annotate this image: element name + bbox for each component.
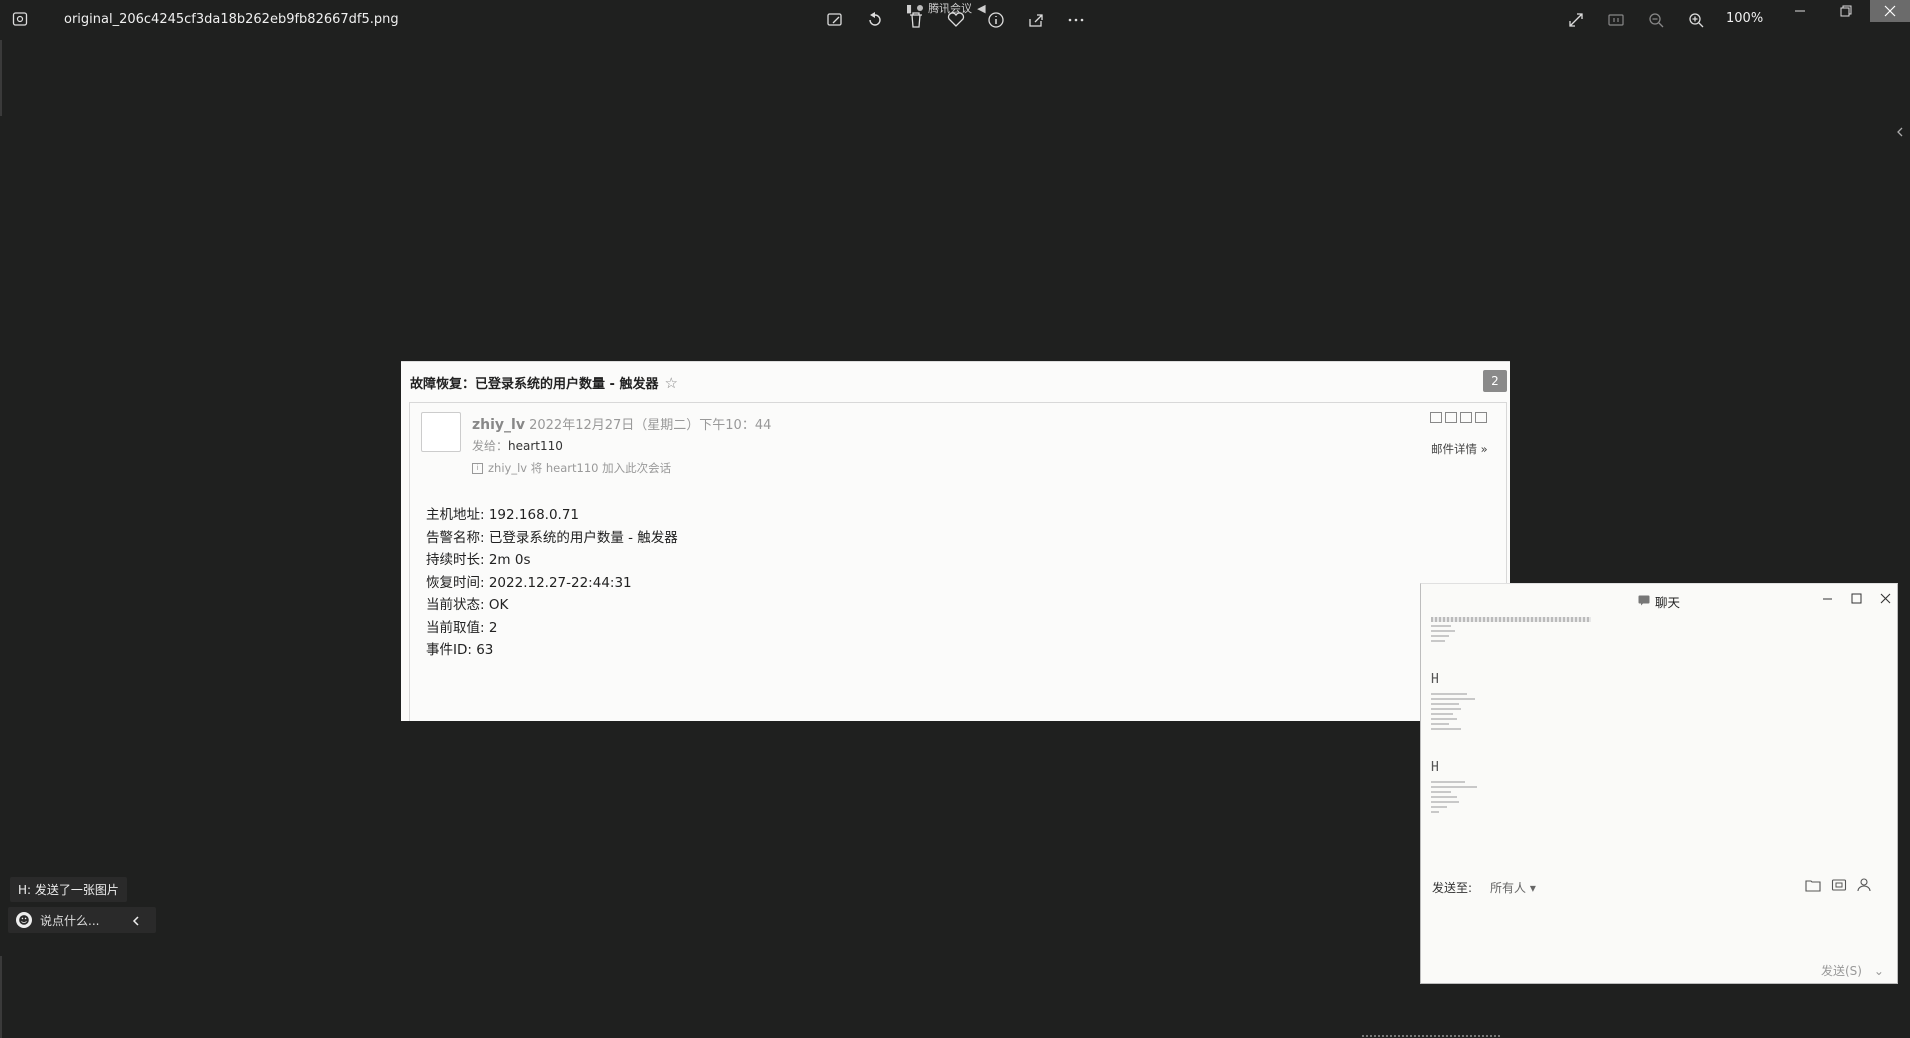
taskbar-edge xyxy=(1362,1035,1502,1037)
chat-close-icon[interactable] xyxy=(1878,591,1892,605)
chat-minimize-icon[interactable] xyxy=(1820,591,1834,605)
content-line: 当前状态: OK xyxy=(426,597,509,613)
info-icon[interactable] xyxy=(985,9,1007,31)
photos-app-icon xyxy=(12,11,28,27)
chat-maximize-icon[interactable] xyxy=(1849,591,1863,605)
star-icon[interactable]: ☆ xyxy=(664,374,677,392)
print-icon[interactable] xyxy=(1475,412,1487,423)
recipient-select[interactable]: 所有人 ▾ xyxy=(1490,879,1536,896)
content-line: 主机地址: 192.168.0.71 xyxy=(426,507,580,523)
fullscreen-icon[interactable] xyxy=(1565,9,1587,31)
chat-image-thumbnail[interactable] xyxy=(1431,690,1601,733)
more-icon[interactable] xyxy=(1065,9,1087,31)
screenshot-icon[interactable] xyxy=(1831,877,1847,891)
left-edge-strip-lower xyxy=(0,956,2,1038)
chevron-down-icon: » xyxy=(1480,442,1488,456)
chevron-down-icon: ▾ xyxy=(1529,881,1536,895)
alert-content: 主机地址: 192.168.0.71 告警名称: 已登录系统的用户数量 - 触发… xyxy=(426,504,678,662)
rotate-icon[interactable] xyxy=(864,9,886,31)
chat-icon xyxy=(1638,594,1650,609)
email-details-toggle[interactable]: 邮件详情 » xyxy=(1431,441,1488,457)
sender-name[interactable]: zhiy_lv xyxy=(472,417,525,433)
content-line: 持续时长: 2m 0s xyxy=(426,552,531,568)
avatar xyxy=(421,412,461,452)
chat-title-text: 聊天 xyxy=(1654,595,1680,610)
expand-panel-icon[interactable] xyxy=(1894,124,1906,138)
chevron-down-icon: ⌄ xyxy=(1873,964,1884,978)
email-body: zhiy_lv 2022年12月27日（星期二）下午10：44 发给：heart… xyxy=(409,402,1507,721)
left-edge-strip xyxy=(0,40,2,116)
window-icon[interactable] xyxy=(1445,412,1457,423)
folder-icon[interactable] xyxy=(1460,412,1472,423)
to-label: 发给： xyxy=(472,439,509,453)
email-screenshot: 故障恢复：已登录系统的用户数量 - 触发器 ☆ 2 zhiy_lv 2022年1… xyxy=(401,361,1510,721)
sender-line: zhiy_lv 2022年12月27日（星期二）下午10：44 xyxy=(472,414,771,433)
chat-window: 聊天 H H 发送至: 所有人 ▾ 发送(S) ⌄ xyxy=(1420,583,1898,984)
chat-sender-initial: H xyxy=(1431,760,1439,775)
share-icon[interactable] xyxy=(1025,9,1047,31)
delete-icon[interactable] xyxy=(905,9,927,31)
chat-sender-initial: H xyxy=(1431,672,1439,687)
edit-image-icon[interactable] xyxy=(824,9,846,31)
file-icon[interactable] xyxy=(1805,877,1821,892)
emoji-icon[interactable]: ☻ xyxy=(16,912,32,928)
join-note: i zhiy_lv 将 heart110 加入此次会话 xyxy=(472,460,671,476)
content-line: 当前取值: 2 xyxy=(426,619,498,636)
chat-image-thumbnail[interactable] xyxy=(1431,778,1601,816)
info-icon: i xyxy=(472,462,483,474)
actual-size-icon[interactable] xyxy=(1605,9,1627,31)
zoom-level[interactable]: 100% xyxy=(1726,11,1763,26)
last-chat-message[interactable]: H: 发送了一张图片 xyxy=(10,877,127,902)
zoom-out-icon[interactable] xyxy=(1645,9,1667,31)
recipient-line: 发给：heart110 xyxy=(472,437,563,454)
user-icon[interactable] xyxy=(1857,877,1873,892)
email-action-icons xyxy=(1430,412,1487,423)
chat-tools xyxy=(1805,877,1873,892)
collapse-arrow-icon[interactable] xyxy=(130,913,142,927)
recipient-value: 所有人 xyxy=(1490,881,1527,895)
content-line: 告警名称: 已登录系统的用户数量 - 触发器 xyxy=(426,529,678,546)
count-badge: 2 xyxy=(1483,370,1507,392)
send-to-label: 发送至: xyxy=(1432,881,1473,895)
content-line: 事件ID: 63 xyxy=(426,642,494,658)
chat-image-thumbnail[interactable] xyxy=(1431,614,1601,645)
chat-input-bar[interactable]: ☻ 说点什么... xyxy=(8,907,156,933)
subject-text: 故障恢复：已登录系统的用户数量 - 触发器 xyxy=(410,377,659,392)
zoom-in-icon[interactable] xyxy=(1685,9,1707,31)
send-button-label: 发送(S) xyxy=(1821,964,1862,978)
minimize-icon[interactable] xyxy=(1780,0,1820,22)
viewer-titlebar: original_206c4245cf3da18b262eb9fb82667df… xyxy=(0,0,1910,40)
file-name: original_206c4245cf3da18b262eb9fb82667df… xyxy=(64,12,399,27)
sent-time: 2022年12月27日（星期二）下午10：44 xyxy=(529,418,772,433)
email-subject: 故障恢复：已登录系统的用户数量 - 触发器 ☆ xyxy=(410,373,678,393)
join-note-text: zhiy_lv 将 heart110 加入此次会话 xyxy=(488,461,672,475)
send-button[interactable]: 发送(S) ⌄ xyxy=(1821,962,1884,979)
details-label: 邮件详情 xyxy=(1431,442,1477,456)
chat-input-placeholder[interactable]: 说点什么... xyxy=(40,912,99,929)
favorite-icon[interactable] xyxy=(945,9,967,31)
popout-icon[interactable] xyxy=(1430,412,1442,423)
restore-icon[interactable] xyxy=(1826,0,1866,22)
close-icon[interactable] xyxy=(1870,0,1910,22)
content-line: 恢复时间: 2022.12.27-22:44:31 xyxy=(426,574,632,591)
to-value[interactable]: heart110 xyxy=(508,439,563,453)
